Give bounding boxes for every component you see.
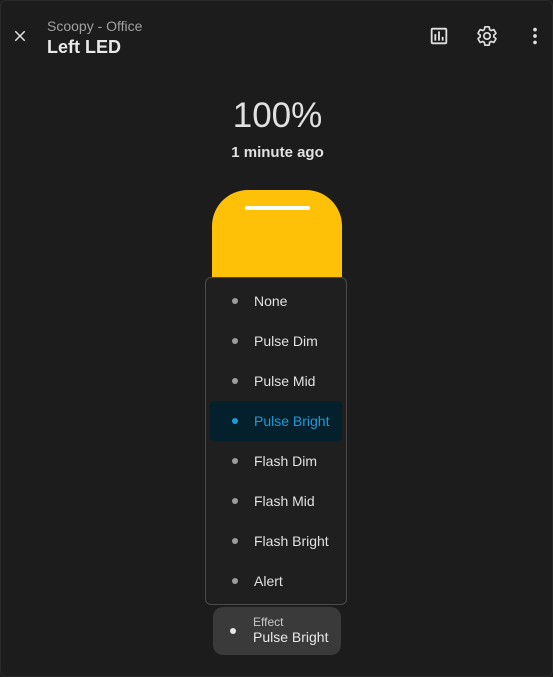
menu-item[interactable]: Flash Mid <box>210 481 342 521</box>
option-dot-icon <box>232 458 238 464</box>
option-dot-icon <box>232 578 238 584</box>
menu-item[interactable]: Flash Bright <box>210 521 342 561</box>
option-dot-icon <box>232 418 238 424</box>
option-dot-icon <box>232 338 238 344</box>
menu-item[interactable]: Pulse Dim <box>210 321 342 361</box>
close-icon <box>14 30 26 42</box>
device-subtitle: Scoopy - Office <box>47 18 143 34</box>
more-options-button[interactable] <box>522 23 548 49</box>
settings-button[interactable] <box>474 23 500 49</box>
dialog-header: Scoopy - Office Left LED <box>47 18 142 58</box>
option-dot-icon <box>232 538 238 544</box>
menu-item[interactable]: Pulse Bright <box>210 401 342 441</box>
effect-label: Effect <box>253 615 284 629</box>
menu-item-label: Flash Bright <box>254 533 329 549</box>
close-button[interactable] <box>5 19 35 53</box>
option-dot-icon <box>232 498 238 504</box>
menu-item-label: Pulse Mid <box>254 373 316 389</box>
menu-item[interactable]: Flash Dim <box>210 441 342 481</box>
effect-value: Pulse Bright <box>253 629 329 645</box>
menu-item-label: Flash Mid <box>254 493 315 509</box>
menu-item[interactable]: Alert <box>210 561 342 601</box>
option-dot-icon <box>232 298 238 304</box>
more-vertical-icon <box>533 27 537 45</box>
effect-select[interactable]: Effect Pulse Bright <box>213 607 341 655</box>
entity-title: Left LED <box>47 37 121 57</box>
option-dot-icon <box>232 378 238 384</box>
menu-item-label: Pulse Bright <box>254 413 330 429</box>
chart-bar-icon <box>430 27 448 45</box>
gear-icon <box>477 26 497 46</box>
menu-item-label: None <box>254 293 288 309</box>
slider-handle[interactable] <box>245 206 310 210</box>
menu-item-label: Alert <box>254 573 283 589</box>
more-info-dialog: Scoopy - Office Left LED 100% 1 minute a… <box>0 0 553 677</box>
last-changed: 1 minute ago <box>231 144 324 161</box>
effect-dropdown-menu: None Pulse Dim Pulse Mid Pulse Bright Flash … <box>205 277 347 605</box>
effect-dot-icon <box>230 628 236 634</box>
menu-item[interactable]: None <box>210 281 342 321</box>
menu-item[interactable]: Pulse Mid <box>210 361 342 401</box>
history-button[interactable] <box>426 23 452 49</box>
brightness-value: 100% <box>232 96 323 135</box>
menu-item-label: Flash Dim <box>254 453 318 469</box>
menu-item-label: Pulse Dim <box>254 333 318 349</box>
